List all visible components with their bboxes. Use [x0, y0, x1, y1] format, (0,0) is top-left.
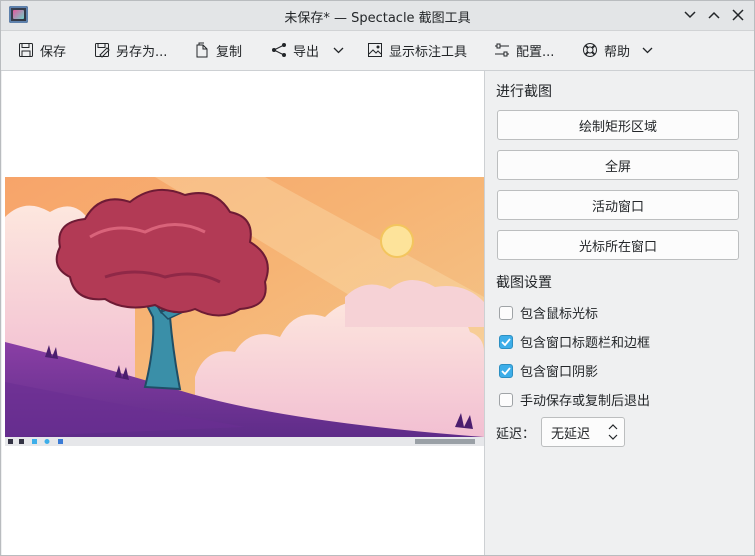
copy-button[interactable]: 复制 [194, 39, 242, 61]
checkbox-box-checked[interactable] [499, 363, 513, 378]
help-lifebuoy-icon [582, 42, 598, 58]
delay-label: 延迟： [496, 426, 536, 442]
save-label: 保存 [40, 44, 67, 60]
maximize-chevron-up-icon[interactable] [705, 6, 723, 24]
configure-sliders-icon [494, 42, 510, 58]
screenshot-image[interactable] [5, 177, 484, 446]
configure-label: 配置... [516, 44, 555, 60]
include-shadow-label: 包含窗口阴影 [520, 365, 599, 380]
share-icon [271, 42, 287, 58]
save-icon [18, 42, 34, 58]
screenshot-preview-area[interactable] [2, 71, 485, 555]
rectangular-region-button[interactable]: 绘制矩形区域 [497, 110, 739, 140]
include-cursor-checkbox[interactable]: 包含鼠标光标 [499, 303, 598, 322]
save-button[interactable]: 保存 [18, 39, 66, 61]
take-screenshot-heading: 进行截图 [496, 84, 552, 100]
delay-row: 延迟： 无延迟 [496, 417, 626, 447]
close-icon[interactable] [729, 6, 747, 24]
checkbox-box[interactable] [499, 392, 513, 407]
capture-side-panel: 进行截图 绘制矩形区域 全屏 活动窗口 光标所在窗口 截图设置 包含鼠标光标 包… [485, 71, 753, 555]
chevron-down-icon [333, 47, 344, 54]
quit-after-save-checkbox[interactable]: 手动保存或复制后退出 [499, 390, 650, 409]
help-label: 帮助 [604, 44, 631, 60]
chevron-down-icon [642, 47, 653, 54]
checkbox-box[interactable] [499, 305, 513, 320]
title-bar: 未保存* — Spectacle 截图工具 [1, 1, 754, 31]
quit-after-save-label: 手动保存或复制后退出 [520, 394, 651, 409]
delay-spinbox[interactable]: 无延迟 [541, 417, 626, 447]
save-as-button[interactable]: 另存为... [94, 39, 167, 61]
configure-button[interactable]: 配置... [494, 39, 554, 61]
copy-label: 复制 [216, 44, 243, 60]
annotate-label: 显示标注工具 [389, 44, 468, 60]
save-as-icon [94, 42, 110, 58]
image-annotate-icon [367, 42, 383, 58]
screenshot-settings-heading: 截图设置 [496, 275, 552, 291]
include-cursor-label: 包含鼠标光标 [520, 307, 599, 322]
spin-arrows-icon [608, 424, 618, 440]
window-title: 未保存* — Spectacle 截图工具 [284, 11, 471, 26]
export-label: 导出 [293, 44, 320, 60]
checkmark-icon [501, 337, 511, 346]
window-under-cursor-button[interactable]: 光标所在窗口 [497, 230, 739, 260]
include-titlebar-label: 包含窗口标题栏和边框 [520, 336, 651, 351]
export-menu-button[interactable]: 导出 [271, 39, 344, 61]
help-menu-button[interactable]: 帮助 [582, 39, 653, 61]
fullscreen-button[interactable]: 全屏 [497, 150, 739, 180]
include-titlebar-checkbox[interactable]: 包含窗口标题栏和边框 [499, 332, 650, 351]
copy-icon [194, 42, 210, 58]
active-window-button[interactable]: 活动窗口 [497, 190, 739, 220]
chevron-down-icon[interactable] [681, 6, 699, 24]
checkbox-box-checked[interactable] [499, 334, 513, 349]
annotate-button[interactable]: 显示标注工具 [367, 39, 467, 61]
include-shadow-checkbox[interactable]: 包含窗口阴影 [499, 361, 598, 380]
checkmark-icon [501, 366, 511, 375]
spectacle-window: 未保存* — Spectacle 截图工具 保存 另存为... 复制 导出 显示… [0, 0, 755, 556]
save-as-label: 另存为... [116, 44, 168, 60]
main-toolbar: 保存 另存为... 复制 导出 显示标注工具 配置... 帮助 [1, 31, 754, 71]
delay-value: 无延迟 [551, 426, 591, 442]
